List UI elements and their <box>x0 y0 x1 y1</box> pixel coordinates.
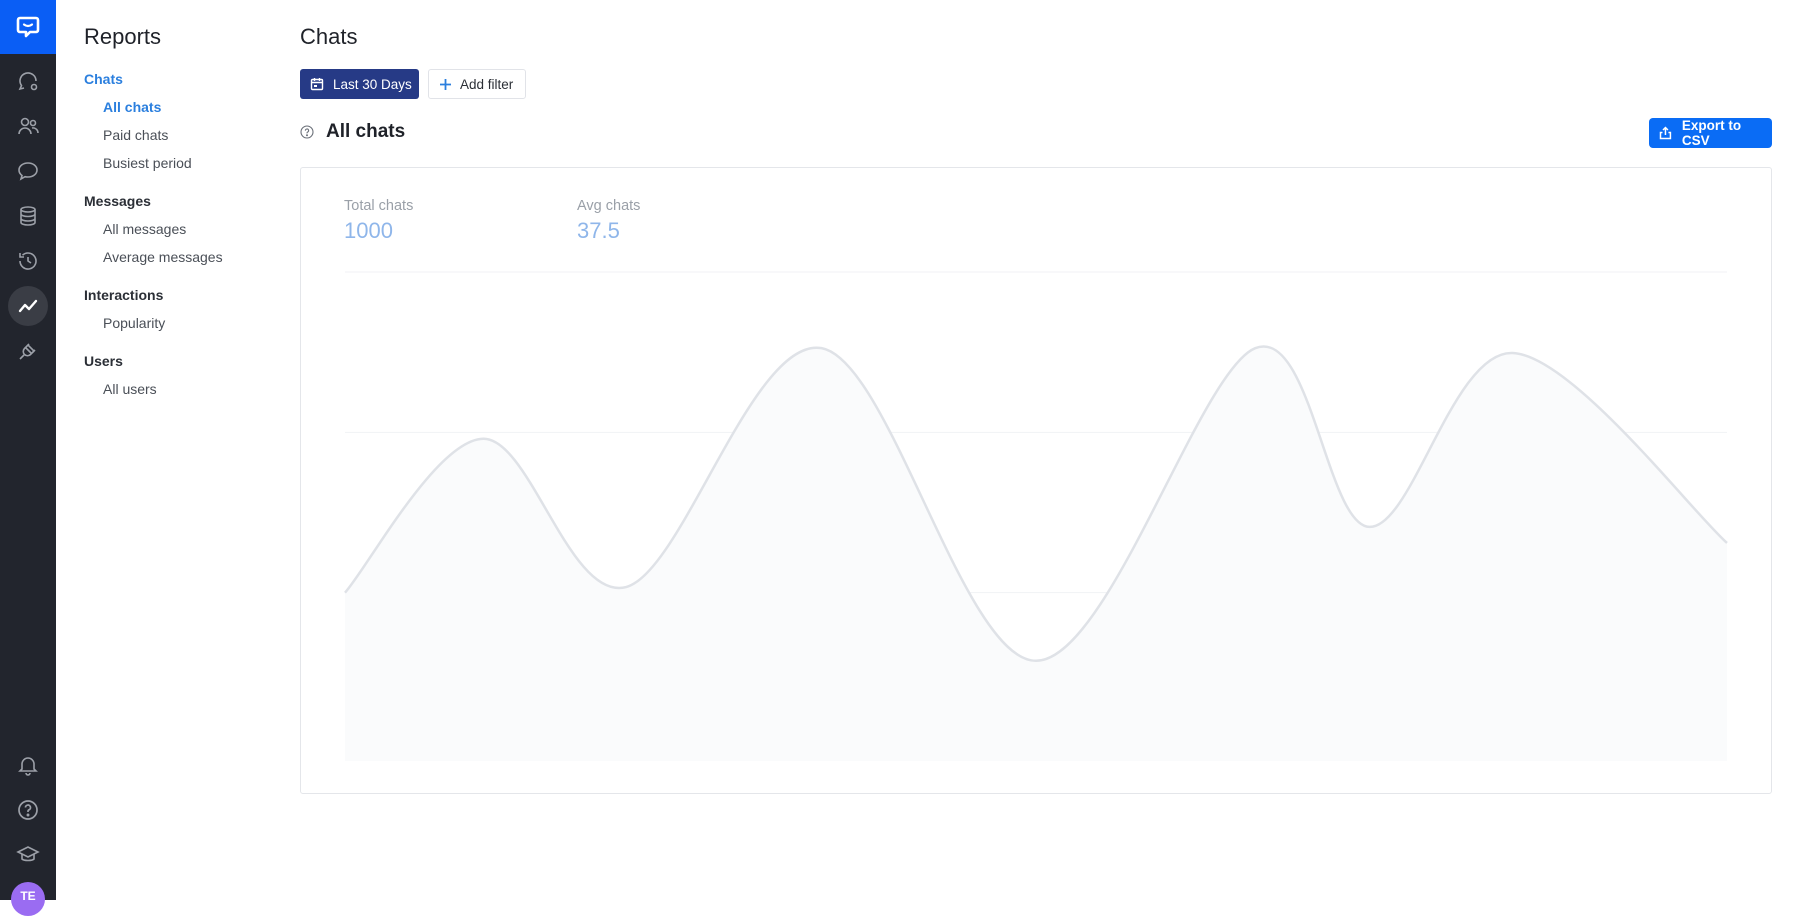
help-circle-icon[interactable] <box>300 125 314 139</box>
rail-data-button[interactable] <box>8 196 48 236</box>
series-area <box>345 346 1727 761</box>
main-content: Chats Last 30 Days Add filter All chats … <box>300 0 1800 900</box>
user-avatar[interactable]: TE <box>11 882 45 916</box>
rail-customers-button[interactable] <box>8 106 48 146</box>
rail-academy-button[interactable] <box>8 835 48 875</box>
subnav-item-all-users[interactable]: All users <box>103 381 157 397</box>
section-title: All chats <box>326 121 406 142</box>
add-filter-button[interactable]: Add filter <box>428 69 526 99</box>
date-range-label: Last 30 Days <box>333 76 412 92</box>
subnav-group-messages[interactable]: Messages <box>84 193 151 209</box>
plug-icon <box>19 343 36 360</box>
bell-icon <box>18 757 38 776</box>
database-icon <box>20 206 36 226</box>
section-header: All chats <box>300 121 405 143</box>
rail-chats-button[interactable] <box>8 61 48 101</box>
subnav-item-all-chats[interactable]: All chats <box>103 99 161 115</box>
rail-archives-button[interactable] <box>8 151 48 191</box>
subnav-item-busiest-period[interactable]: Busiest period <box>103 155 192 171</box>
subnav-group-chats[interactable]: Chats <box>84 71 123 87</box>
subnav-item-paid-chats[interactable]: Paid chats <box>103 127 168 143</box>
plus-icon <box>440 78 451 90</box>
date-range-button[interactable]: Last 30 Days <box>300 69 419 99</box>
question-icon <box>18 800 38 820</box>
chat-dots-icon <box>18 72 38 91</box>
rail-history-button[interactable] <box>8 241 48 281</box>
history-icon <box>19 252 37 270</box>
rail-notifications-button[interactable] <box>8 745 48 785</box>
chart-card: Total chats 1000 Avg chats 37.5 <box>300 167 1772 794</box>
subnav-item-all-messages[interactable]: All messages <box>103 221 186 237</box>
export-csv-label: Export to CSV <box>1681 118 1742 148</box>
add-filter-label: Add filter <box>460 76 514 92</box>
rail-help-button[interactable] <box>8 790 48 830</box>
export-csv-button[interactable]: Export to CSV <box>1649 118 1772 148</box>
rail-integrations-button[interactable] <box>8 331 48 371</box>
page-title: Chats <box>300 24 358 49</box>
subnav-item-popularity[interactable]: Popularity <box>103 315 165 331</box>
users-icon <box>18 117 39 135</box>
app-logo[interactable] <box>0 0 56 54</box>
subnav-item-average-messages[interactable]: Average messages <box>103 249 223 265</box>
rail-reports-button[interactable] <box>8 286 48 326</box>
chats-area-chart <box>344 271 1728 761</box>
reports-subnav: Reports Chats All chats Paid chats Busie… <box>56 0 286 900</box>
calendar-icon <box>310 78 324 91</box>
subnav-group-users[interactable]: Users <box>84 353 123 369</box>
chat-bubble-logo-icon <box>16 16 40 38</box>
reports-chart-icon <box>18 299 38 313</box>
export-icon <box>1659 126 1672 140</box>
icon-rail: TE <box>0 0 56 916</box>
speech-bubble-icon <box>18 162 38 181</box>
subnav-group-interactions[interactable]: Interactions <box>84 287 163 303</box>
subnav-title: Reports <box>84 24 162 49</box>
graduation-cap-icon <box>16 846 40 862</box>
